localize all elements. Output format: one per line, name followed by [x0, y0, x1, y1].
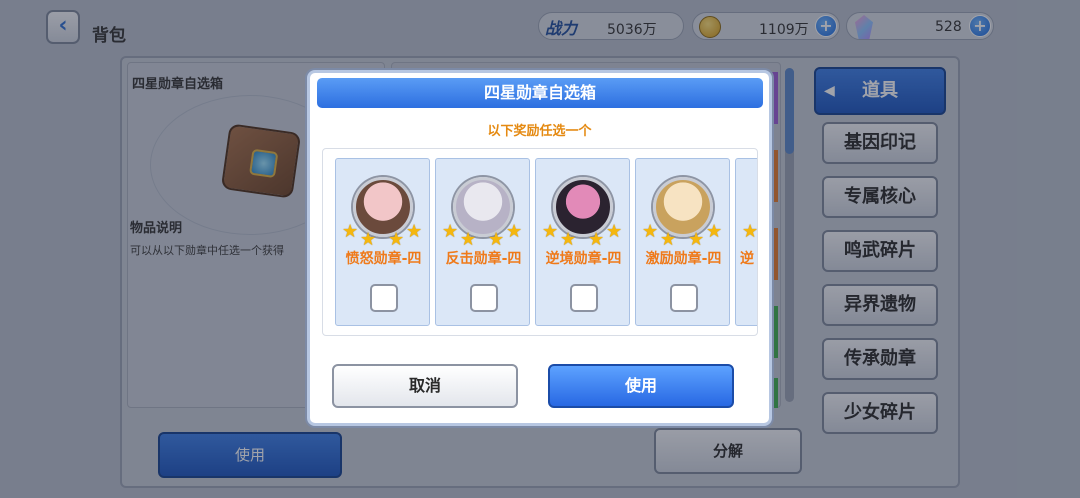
confirm-use-button[interactable]: 使用: [548, 364, 734, 408]
star-icon: ★: [406, 221, 423, 242]
reward-checkbox[interactable]: [370, 284, 398, 312]
star-icon: ★: [388, 229, 405, 250]
star-icon: ★: [606, 221, 623, 242]
star-rating: ★ ★ ★ ★: [442, 221, 524, 251]
dialog-subtitle: 以下奖励任选一个: [487, 124, 592, 139]
reward-label: 逆境勋章-四: [545, 251, 622, 267]
reward-card[interactable]: ★ ★ ★ ★ 反击勋章-四: [435, 158, 530, 326]
reward-label: 激励勋章-四: [645, 251, 722, 267]
star-rating: ★: [742, 221, 758, 251]
star-icon: ★: [688, 229, 705, 250]
reward-checkbox[interactable]: [470, 284, 498, 312]
cancel-button[interactable]: 取消: [332, 364, 518, 408]
star-icon: ★: [542, 221, 559, 242]
star-icon: ★: [442, 221, 459, 242]
star-icon: ★: [706, 221, 723, 242]
star-icon: ★: [460, 229, 477, 250]
reward-label: 逆: [740, 251, 754, 267]
star-icon: ★: [360, 229, 377, 250]
reward-label: 反击勋章-四: [445, 251, 522, 267]
dialog-title: 四星勋章自选箱: [317, 78, 763, 108]
reward-card-partial[interactable]: ★ 逆: [735, 158, 758, 326]
star-rating: ★ ★ ★ ★: [542, 221, 624, 251]
reward-card[interactable]: ★ ★ ★ ★ 激励勋章-四: [635, 158, 730, 326]
star-icon: ★: [488, 229, 505, 250]
reward-checkbox[interactable]: [570, 284, 598, 312]
reward-card[interactable]: ★ ★ ★ ★ 愤怒勋章-四: [335, 158, 430, 326]
reward-checkbox[interactable]: [670, 284, 698, 312]
star-icon: ★: [560, 229, 577, 250]
star-rating: ★ ★ ★ ★: [642, 221, 724, 251]
star-icon: ★: [506, 221, 523, 242]
reward-card[interactable]: ★ ★ ★ ★ 逆境勋章-四: [535, 158, 630, 326]
star-icon: ★: [588, 229, 605, 250]
reward-list[interactable]: ★ ★ ★ ★ 愤怒勋章-四 ★ ★ ★ ★ 反击勋章-四 ★ ★ ★ ★ 逆境…: [322, 148, 758, 336]
star-icon: ★: [660, 229, 677, 250]
star-icon: ★: [742, 221, 758, 242]
star-icon: ★: [342, 221, 359, 242]
reward-label: 愤怒勋章-四: [345, 251, 422, 267]
star-rating: ★ ★ ★ ★: [342, 221, 424, 251]
star-icon: ★: [642, 221, 659, 242]
